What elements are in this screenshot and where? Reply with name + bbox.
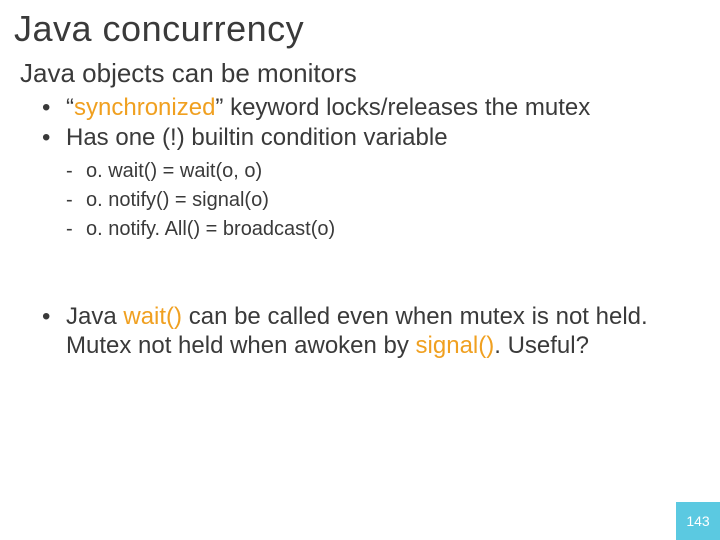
dash-notify: o. notify() = signal(o) (66, 186, 720, 215)
bullet-synchronized-rest: ” keyword locks/releases the mutex (215, 94, 590, 121)
slide: Java concurrency Java objects can be mon… (0, 0, 720, 540)
bullet-list-bottom-wrap: Java wait() can be called even when mute… (42, 302, 678, 361)
text-p0: Java (66, 303, 123, 330)
dash-list: o. wait() = wait(o, o) o. notify() = sig… (66, 157, 720, 244)
keyword-synchronized: synchronized (74, 94, 215, 121)
keyword-wait: wait() (123, 303, 182, 330)
bullet-list-top: “synchronized” keyword locks/releases th… (42, 93, 720, 153)
quote-open: “ (66, 94, 74, 121)
bullet-condvar: Has one (!) builtin condition variable (42, 123, 720, 153)
bullet-synchronized: “synchronized” keyword locks/releases th… (42, 93, 720, 123)
dash-notifyall: o. notify. All() = broadcast(o) (66, 215, 720, 244)
slide-subtitle: Java objects can be monitors (20, 58, 720, 89)
bullet-list-bottom: Java wait() can be called even when mute… (42, 302, 678, 361)
spacer (0, 244, 720, 302)
bullet-wait-mutex: Java wait() can be called even when mute… (42, 302, 678, 361)
page-number: 143 (676, 502, 720, 540)
text-p4: . Useful? (494, 332, 589, 359)
keyword-signal: signal() (416, 332, 495, 359)
slide-title: Java concurrency (14, 8, 720, 50)
dash-wait: o. wait() = wait(o, o) (66, 157, 720, 186)
